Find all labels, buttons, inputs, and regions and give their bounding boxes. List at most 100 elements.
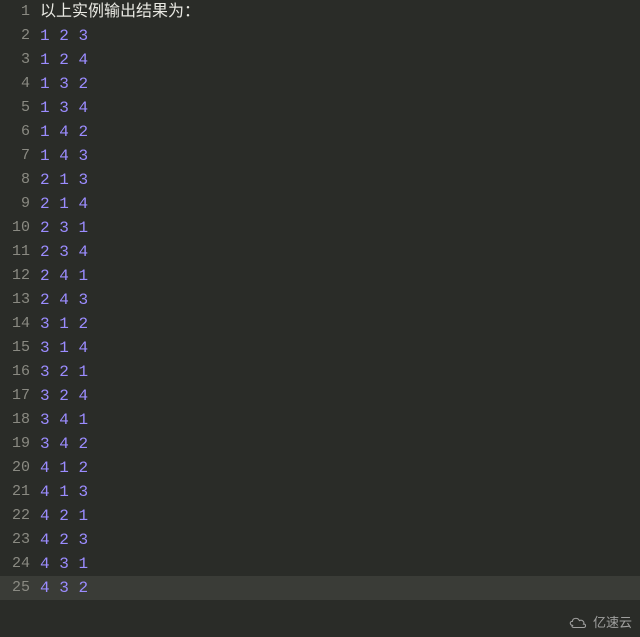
number-token: 4 bbox=[40, 507, 50, 525]
line-content: 3 4 1 bbox=[40, 408, 640, 432]
number-token: 3 bbox=[78, 483, 88, 501]
line-content: 4 1 3 bbox=[40, 480, 640, 504]
number-token: 3 bbox=[78, 291, 88, 309]
line-number: 19 bbox=[0, 432, 40, 456]
line-number: 24 bbox=[0, 552, 40, 576]
code-line: 102 3 1 bbox=[0, 216, 640, 240]
line-number: 25 bbox=[0, 576, 40, 600]
line-number: 1 bbox=[0, 0, 40, 24]
line-content: 以上实例输出结果为： bbox=[40, 0, 640, 24]
line-content: 2 1 4 bbox=[40, 192, 640, 216]
number-token: 3 bbox=[78, 27, 88, 45]
line-content: 3 4 2 bbox=[40, 432, 640, 456]
number-token: 4 bbox=[78, 51, 88, 69]
number-token: 3 bbox=[78, 171, 88, 189]
number-token: 2 bbox=[59, 51, 69, 69]
code-line: 132 4 3 bbox=[0, 288, 640, 312]
number-token: 3 bbox=[59, 579, 69, 597]
watermark: 亿速云 bbox=[567, 612, 632, 631]
line-content: 3 2 1 bbox=[40, 360, 640, 384]
line-number: 6 bbox=[0, 120, 40, 144]
number-token: 2 bbox=[59, 507, 69, 525]
number-token: 3 bbox=[59, 99, 69, 117]
number-token: 4 bbox=[59, 291, 69, 309]
line-number: 2 bbox=[0, 24, 40, 48]
number-token: 4 bbox=[59, 435, 69, 453]
line-number: 22 bbox=[0, 504, 40, 528]
number-token: 2 bbox=[59, 387, 69, 405]
number-token: 4 bbox=[78, 243, 88, 261]
number-token: 1 bbox=[59, 459, 69, 477]
code-line: 244 3 1 bbox=[0, 552, 640, 576]
number-token: 2 bbox=[40, 219, 50, 237]
number-token: 2 bbox=[78, 579, 88, 597]
line-number: 16 bbox=[0, 360, 40, 384]
number-token: 3 bbox=[40, 435, 50, 453]
line-content: 1 2 3 bbox=[40, 24, 640, 48]
line-content: 4 2 1 bbox=[40, 504, 640, 528]
line-content: 4 3 2 bbox=[40, 576, 640, 600]
code-line: 71 4 3 bbox=[0, 144, 640, 168]
number-token: 2 bbox=[40, 171, 50, 189]
number-token: 2 bbox=[78, 459, 88, 477]
number-token: 2 bbox=[40, 243, 50, 261]
number-token: 3 bbox=[40, 387, 50, 405]
number-token: 2 bbox=[40, 195, 50, 213]
number-token: 3 bbox=[78, 531, 88, 549]
code-line: 254 3 2 bbox=[0, 576, 640, 600]
code-line: 214 1 3 bbox=[0, 480, 640, 504]
line-number: 4 bbox=[0, 72, 40, 96]
number-token: 4 bbox=[40, 459, 50, 477]
line-number: 15 bbox=[0, 336, 40, 360]
line-number: 3 bbox=[0, 48, 40, 72]
watermark-text: 亿速云 bbox=[593, 612, 632, 631]
number-token: 2 bbox=[78, 435, 88, 453]
number-token: 2 bbox=[59, 27, 69, 45]
number-token: 1 bbox=[59, 339, 69, 357]
number-token: 2 bbox=[40, 267, 50, 285]
number-token: 3 bbox=[40, 363, 50, 381]
number-token: 4 bbox=[59, 267, 69, 285]
number-token: 3 bbox=[40, 411, 50, 429]
number-token: 2 bbox=[40, 291, 50, 309]
number-token: 3 bbox=[40, 315, 50, 333]
number-token: 1 bbox=[59, 483, 69, 501]
code-line: 122 4 1 bbox=[0, 264, 640, 288]
number-token: 4 bbox=[78, 387, 88, 405]
number-token: 1 bbox=[78, 363, 88, 381]
line-number: 11 bbox=[0, 240, 40, 264]
number-token: 1 bbox=[40, 123, 50, 141]
number-token: 4 bbox=[40, 579, 50, 597]
line-number: 12 bbox=[0, 264, 40, 288]
number-token: 1 bbox=[78, 267, 88, 285]
line-content: 1 3 4 bbox=[40, 96, 640, 120]
number-token: 4 bbox=[40, 531, 50, 549]
number-token: 4 bbox=[59, 147, 69, 165]
code-line: 224 2 1 bbox=[0, 504, 640, 528]
line-number: 21 bbox=[0, 480, 40, 504]
line-number: 8 bbox=[0, 168, 40, 192]
number-token: 1 bbox=[59, 195, 69, 213]
line-number: 14 bbox=[0, 312, 40, 336]
line-number: 23 bbox=[0, 528, 40, 552]
line-number: 13 bbox=[0, 288, 40, 312]
line-number: 20 bbox=[0, 456, 40, 480]
code-line: 183 4 1 bbox=[0, 408, 640, 432]
code-line: 143 1 2 bbox=[0, 312, 640, 336]
code-line: 51 3 4 bbox=[0, 96, 640, 120]
line-content: 4 3 1 bbox=[40, 552, 640, 576]
line-content: 1 4 3 bbox=[40, 144, 640, 168]
number-token: 2 bbox=[59, 363, 69, 381]
number-token: 1 bbox=[59, 171, 69, 189]
number-token: 3 bbox=[59, 219, 69, 237]
line-content: 1 2 4 bbox=[40, 48, 640, 72]
code-line: 112 3 4 bbox=[0, 240, 640, 264]
number-token: 1 bbox=[40, 75, 50, 93]
number-token: 1 bbox=[40, 99, 50, 117]
number-token: 1 bbox=[78, 219, 88, 237]
number-token: 4 bbox=[40, 483, 50, 501]
code-line: 153 1 4 bbox=[0, 336, 640, 360]
line-content: 3 1 4 bbox=[40, 336, 640, 360]
line-number: 7 bbox=[0, 144, 40, 168]
number-token: 4 bbox=[78, 339, 88, 357]
